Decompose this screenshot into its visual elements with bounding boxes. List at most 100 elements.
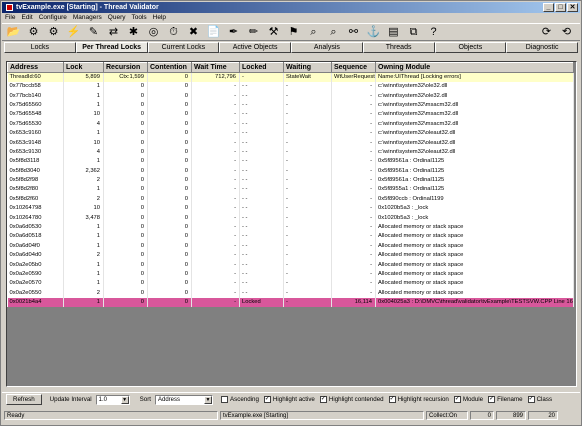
filter-icon[interactable]: ⚑ [286,25,301,40]
column-header-owning-module[interactable]: Owning Module [375,62,574,73]
menu-item-help[interactable]: Help [153,13,166,23]
timer-icon[interactable]: ⏱ [166,25,181,40]
help-icon[interactable]: ? [426,25,441,40]
tool-icon[interactable]: ✎ [86,25,101,40]
arrows-icon[interactable]: ⇄ [106,25,121,40]
sort-select[interactable]: Address ▼ [155,394,213,405]
settings-icon[interactable]: ⚙ [46,25,61,40]
checkbox-highlight-recursion[interactable]: ✓ Highlight recursion [388,396,449,403]
checkbox-box[interactable]: ✓ [527,396,535,403]
table-row[interactable]: 0x0a6d04f0 1 0 0- - - - - Allocated memory or s… [7,241,574,252]
minimize-button[interactable]: _ [543,3,554,12]
refresh-button[interactable]: Refresh [6,394,42,405]
gear-icon[interactable]: ✱ [126,25,141,40]
column-header-locked[interactable]: Locked [239,62,284,73]
target-icon[interactable]: ◎ [146,25,161,40]
table-row[interactable]: 0x75d65560 1 0 0- - - - - c:\winnt\system32\msa… [7,100,574,111]
checkbox-highlight-contended[interactable]: ✓ Highlight contended [319,396,384,403]
tab-objects[interactable]: Objects [434,42,507,53]
column-header-wait-time[interactable]: Wait Time [191,62,240,73]
menu-item-edit[interactable]: Edit [21,13,32,23]
reload-icon[interactable]: ⟲ [559,25,574,40]
cell-lock: 2 [63,175,104,186]
table-row[interactable]: 0x5f8d3118 1 0 0- - - - -0x5f89561a : Ordinal1… [7,157,574,167]
table-row[interactable]: 0x5f8d2f80 1 0 0- - - - -0x5f8955a1 : Ordinal1… [7,185,574,195]
binoculars-icon[interactable]: ⌕ [306,25,321,40]
checkbox-box[interactable]: ✓ [263,396,271,403]
cell-owning-module: 0x004025a3 : D:\DMVC\thread\validator\tv… [375,297,574,308]
tab-analysis[interactable]: Analysis [291,42,363,53]
graph-icon[interactable]: ⧉ [406,25,421,40]
tab-diagnostic[interactable]: Diagnostic [506,42,578,53]
cell-sequence: - [331,128,376,139]
table-row[interactable]: 0x653c9130 4 0 0- - - - - c:\winnt\system32\ole… [7,147,574,158]
refresh-icon[interactable]: ⟳ [539,25,554,40]
checkbox-module[interactable]: ✓ Module [453,396,483,403]
sync-icon[interactable]: ⚡ [66,25,81,40]
link-icon[interactable]: ⚯ [346,25,361,40]
checkbox-box[interactable] [221,396,228,403]
table-row[interactable]: 0x0a6d04d0 2 0 0- - - - - Allocated memory or s… [7,251,574,261]
checkbox-highlight-active[interactable]: ✓ Highlight active [263,396,315,403]
pencil-icon[interactable]: ✏ [246,25,261,40]
tab-threads[interactable]: Threads [362,42,435,53]
launch-icon[interactable]: ⚙ [26,25,41,40]
table-row[interactable]: 0x0a2e0570 1 0 0- - - - - Allocated memory or s… [7,279,574,289]
table-row[interactable]: 0x5f8d2f60 2 0 0- - - - -0x5f890ccb : Ordinal1… [7,194,574,205]
table-row[interactable]: 0x5f8d2f98 2 0 0- - - - -0x5f89561a : Ordinal1… [7,175,574,186]
window-title: tvExample.exe [Starting] - Thread Valida… [16,4,159,11]
pen-icon[interactable]: ✒ [226,25,241,40]
chevron-down-icon[interactable]: ▼ [120,395,129,404]
hook-icon[interactable]: ⚓ [366,25,381,40]
column-header-waiting[interactable]: Waiting [283,62,332,73]
table-row[interactable]: 0x75d65530 4 0 0- - - - - c:\winnt\system32\msa… [7,119,574,129]
table-row[interactable]: 0x5f8d3040 2,362 0 0- - - - -0x5f89561a : Ordi… [7,166,574,176]
wand-icon[interactable]: ⚒ [266,25,281,40]
table-row[interactable]: 0x75d65548 10 0 0- - - - - c:\winnt\system32\ms… [7,110,574,120]
menu-item-query[interactable]: Query [108,13,126,23]
table-row[interactable]: 0x10264780 3,478 0 0- - - - -0x1020b5a3 : _loc… [7,213,574,223]
open-icon[interactable]: 📂 [6,25,21,40]
maximize-button[interactable]: □ [555,3,566,12]
table-row[interactable]: 0x0a6d0530 1 0 0- - - - - Allocated memory or s… [7,222,574,233]
table-row[interactable]: 0x0a2e0590 1 0 0- - - - - Allocated memory or s… [7,269,574,280]
locks-grid[interactable]: Address Lock Recursion Contention Wait Time L… [6,61,577,387]
tab-active-objects[interactable]: Active Objects [219,42,291,53]
table-row[interactable]: 0x10264798 10 0 0- - - - -0x1020b5a3 : _lock [7,204,574,214]
chevron-down-icon[interactable]: ▼ [204,395,212,404]
close-button[interactable]: ✕ [567,3,578,12]
table-row[interactable]: 0x0021b4a4 1 0 0- Locked -16,114 0x004025a3 : … [7,297,574,308]
menu-item-managers[interactable]: Managers [73,13,102,23]
search-icon[interactable]: ⌕ [326,25,341,40]
column-header-address[interactable]: Address [7,62,64,73]
checkbox-box[interactable]: ✓ [453,396,461,403]
menu-item-tools[interactable]: Tools [131,13,146,23]
column-header-lock[interactable]: Lock [63,62,104,73]
table-row[interactable]: 0x77bccb58 1 0 0- - - - - c:\winnt\system32\ole… [7,82,574,92]
doc-icon[interactable]: 📄 [206,25,221,40]
table-row[interactable]: 0x77bcb140 1 0 0- - - - - c:\winnt\system32\ole… [7,91,574,101]
column-header-contention[interactable]: Contention [147,62,192,73]
table-row[interactable]: ThreadId:60 5,899 Ctx:1,599 0 712,796- StateW… [7,72,574,82]
checkbox-box[interactable]: ✓ [488,396,496,403]
table-row[interactable]: 0x0a2e0550 2 0 0- - - - - Allocated memory or s… [7,288,574,298]
checkbox-filename[interactable]: ✓ Filename [488,396,523,403]
table-row[interactable]: 0x0a2e05b0 1 0 0- - - - - Allocated memory or s… [7,260,574,270]
column-header-recursion[interactable]: Recursion [103,62,148,73]
menu-item-file[interactable]: File [5,13,15,23]
tab-locks[interactable]: Locks [4,42,76,53]
menu-item-configure[interactable]: Configure [39,13,67,23]
checkbox-box[interactable]: ✓ [388,396,396,403]
column-header-sequence[interactable]: Sequence [331,62,376,73]
stop-icon[interactable]: ✖ [186,25,201,40]
table-row[interactable]: 0x0a6d0518 1 0 0- - - - - Allocated memory or s… [7,232,574,242]
checkbox-class[interactable]: ✓ Class [527,396,552,403]
checkbox-box[interactable]: ✓ [319,396,327,403]
table-row[interactable]: 0x653c9160 1 0 0- - - - - c:\winnt\system32\ole… [7,128,574,139]
chart-icon[interactable]: ▤ [386,25,401,40]
tab-current-locks[interactable]: Current Locks [147,42,220,53]
tab-per-thread-locks[interactable]: Per Thread Locks [75,42,148,53]
table-row[interactable]: 0x653c9148 10 0 0- - - - - c:\winnt\system32\ol… [7,138,574,148]
checkbox-ascending[interactable]: Ascending [221,396,259,403]
update-interval-select[interactable]: 1.0 ▼ [95,394,130,405]
